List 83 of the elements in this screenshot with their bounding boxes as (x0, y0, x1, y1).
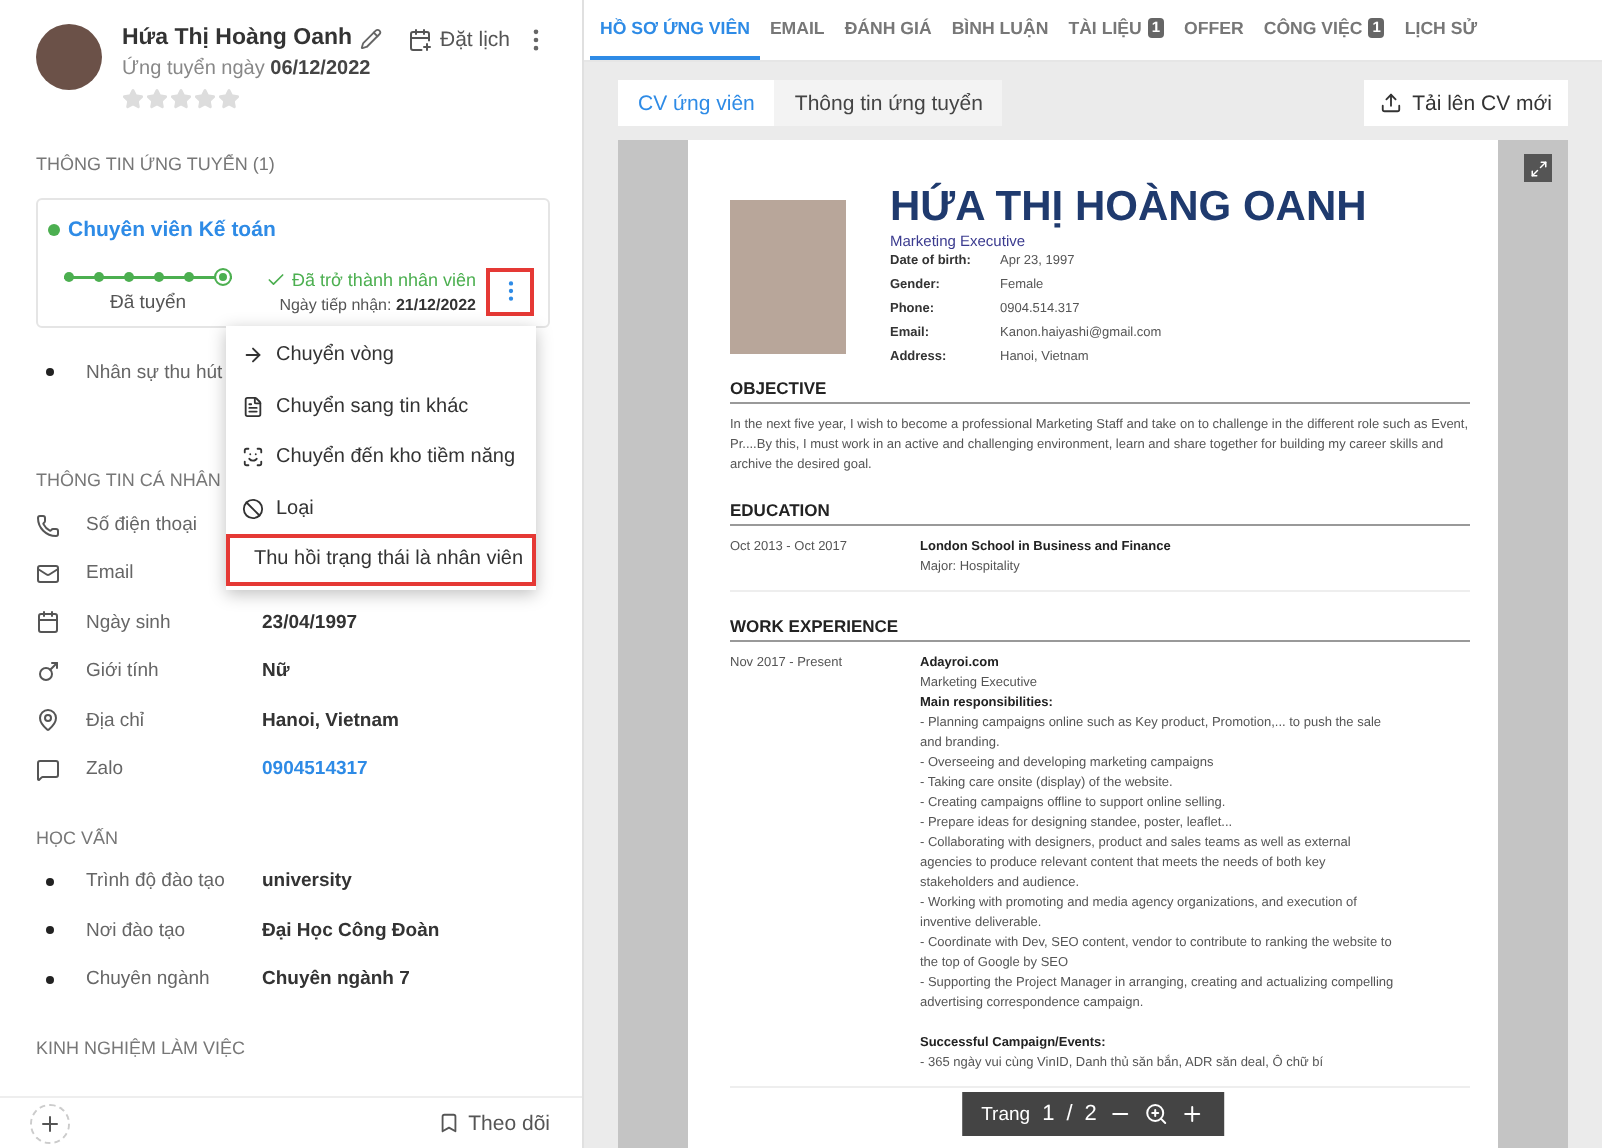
expand-icon[interactable] (1524, 154, 1552, 182)
field-label: Số điện thoại (86, 514, 197, 537)
field-label: Ngày sinh (86, 611, 171, 634)
candidate-name: Hứa Thị Hoàng Oanh (122, 26, 353, 50)
scan-icon (242, 446, 264, 469)
hired-status: Đã trở thành nhân viên (266, 269, 476, 289)
page-separator: / (1066, 1102, 1073, 1126)
upload-icon (1380, 92, 1403, 114)
received-date: Ngày tiếp nhận: 21/12/2022 (279, 295, 476, 313)
star-icon[interactable] (122, 88, 144, 110)
section-title: THÔNG TIN CÁ NHÂN (36, 470, 221, 491)
tab[interactable]: BÌNH LUẬN (941, 0, 1059, 60)
status-dot (48, 224, 60, 236)
field-label: Địa chỉ (86, 709, 145, 732)
bullet-icon (46, 975, 54, 984)
field-value: Nữ (262, 660, 290, 683)
field-label: Giới tính (86, 660, 159, 683)
tab[interactable]: OFFER (1174, 0, 1254, 60)
document-icon (242, 395, 264, 418)
add-button[interactable] (30, 1103, 70, 1143)
star-icon[interactable] (218, 88, 240, 110)
cv-section-heading: EDUCATION (730, 500, 1470, 526)
male-icon (36, 659, 60, 684)
star-icon[interactable] (146, 88, 168, 110)
job-title[interactable]: Chuyên viên Kế toán (68, 218, 276, 242)
field-value: Hanoi, Vietnam (262, 709, 399, 732)
check-icon (266, 269, 287, 289)
ban-icon (242, 497, 264, 520)
tab[interactable]: LỊCH SỬ (1394, 0, 1488, 60)
tab[interactable]: EMAIL (759, 0, 835, 60)
tab[interactable]: ĐÁNH GIÁ (834, 0, 942, 60)
field-value: Đại Học Công Đoàn (262, 919, 440, 942)
calendar-plus-icon (407, 28, 432, 52)
bullet-icon (46, 926, 54, 935)
cv-section-heading: OBJECTIVE (730, 378, 1470, 404)
upload-button[interactable]: Tải lên CV mới (1364, 80, 1568, 126)
menu-item[interactable]: Loại (226, 483, 536, 534)
field-value: Chuyên ngành 7 (262, 968, 410, 991)
star-icon[interactable] (170, 88, 192, 110)
sub-tab[interactable]: CV ứng viên (618, 80, 775, 126)
page-label: Trang (981, 1103, 1031, 1125)
schedule-button[interactable]: Đặt lịch (407, 28, 510, 52)
bookmark-icon (438, 1112, 461, 1134)
bullet-icon (46, 368, 54, 377)
follow-button[interactable]: Theo dõi (438, 1111, 550, 1135)
applied-date: Ứng tuyển ngày 06/12/2022 (122, 58, 373, 80)
menu-item[interactable]: Thu hồi trạng thái là nhân viên (226, 534, 536, 585)
more-button[interactable] (488, 269, 532, 313)
phone-icon (36, 513, 60, 538)
bullet-icon (46, 877, 54, 886)
star-icon[interactable] (194, 88, 216, 110)
field-label: Trình độ đào tạo (86, 870, 225, 893)
edit-button[interactable] (360, 27, 383, 49)
plus-icon (38, 1111, 62, 1135)
field-value: university (262, 870, 352, 893)
plus-icon[interactable] (1180, 1102, 1205, 1126)
section-title: THÔNG TIN ỨNG TUYỂN (1) (36, 154, 275, 174)
cv-section-heading: WORK EXPERIENCE (730, 616, 1470, 642)
field-label: Chuyên ngành (86, 968, 210, 991)
avatar (36, 24, 102, 90)
map-pin-icon (36, 708, 60, 733)
section-title: KINH NGHIỆM LÀM VIỆC (36, 1037, 246, 1058)
arrow-icon (242, 344, 264, 367)
stage-label: Đã tuyển (109, 292, 187, 314)
field-value: 23/04/1997 (262, 611, 358, 634)
field-label: Nhân sự thu hút (86, 361, 223, 384)
field-label: Nơi đào tạo (86, 919, 186, 942)
cv-name: HỨA THỊ HOÀNG OANH (890, 184, 1367, 232)
menu-item[interactable]: Chuyển sang tin khác (226, 381, 536, 432)
pencil-icon (360, 27, 383, 49)
tab[interactable]: HỒ SƠ ỨNG VIÊN (590, 0, 760, 60)
page-number[interactable]: 1 (1042, 1102, 1055, 1126)
mail-icon (36, 561, 60, 586)
chat-icon (36, 757, 60, 782)
calendar-icon (36, 610, 60, 635)
section-title: HỌC VẤN (36, 827, 119, 848)
menu-item[interactable]: Chuyển vòng (226, 330, 536, 381)
field-label: Zalo (86, 758, 123, 781)
page-total: 2 (1084, 1102, 1097, 1126)
zoom-in-icon[interactable] (1144, 1102, 1169, 1126)
menu-item[interactable]: Chuyển đến kho tiềm năng (226, 432, 536, 483)
field-label: Email (86, 562, 134, 585)
zalo-link[interactable]: 0904514317 (262, 758, 368, 781)
